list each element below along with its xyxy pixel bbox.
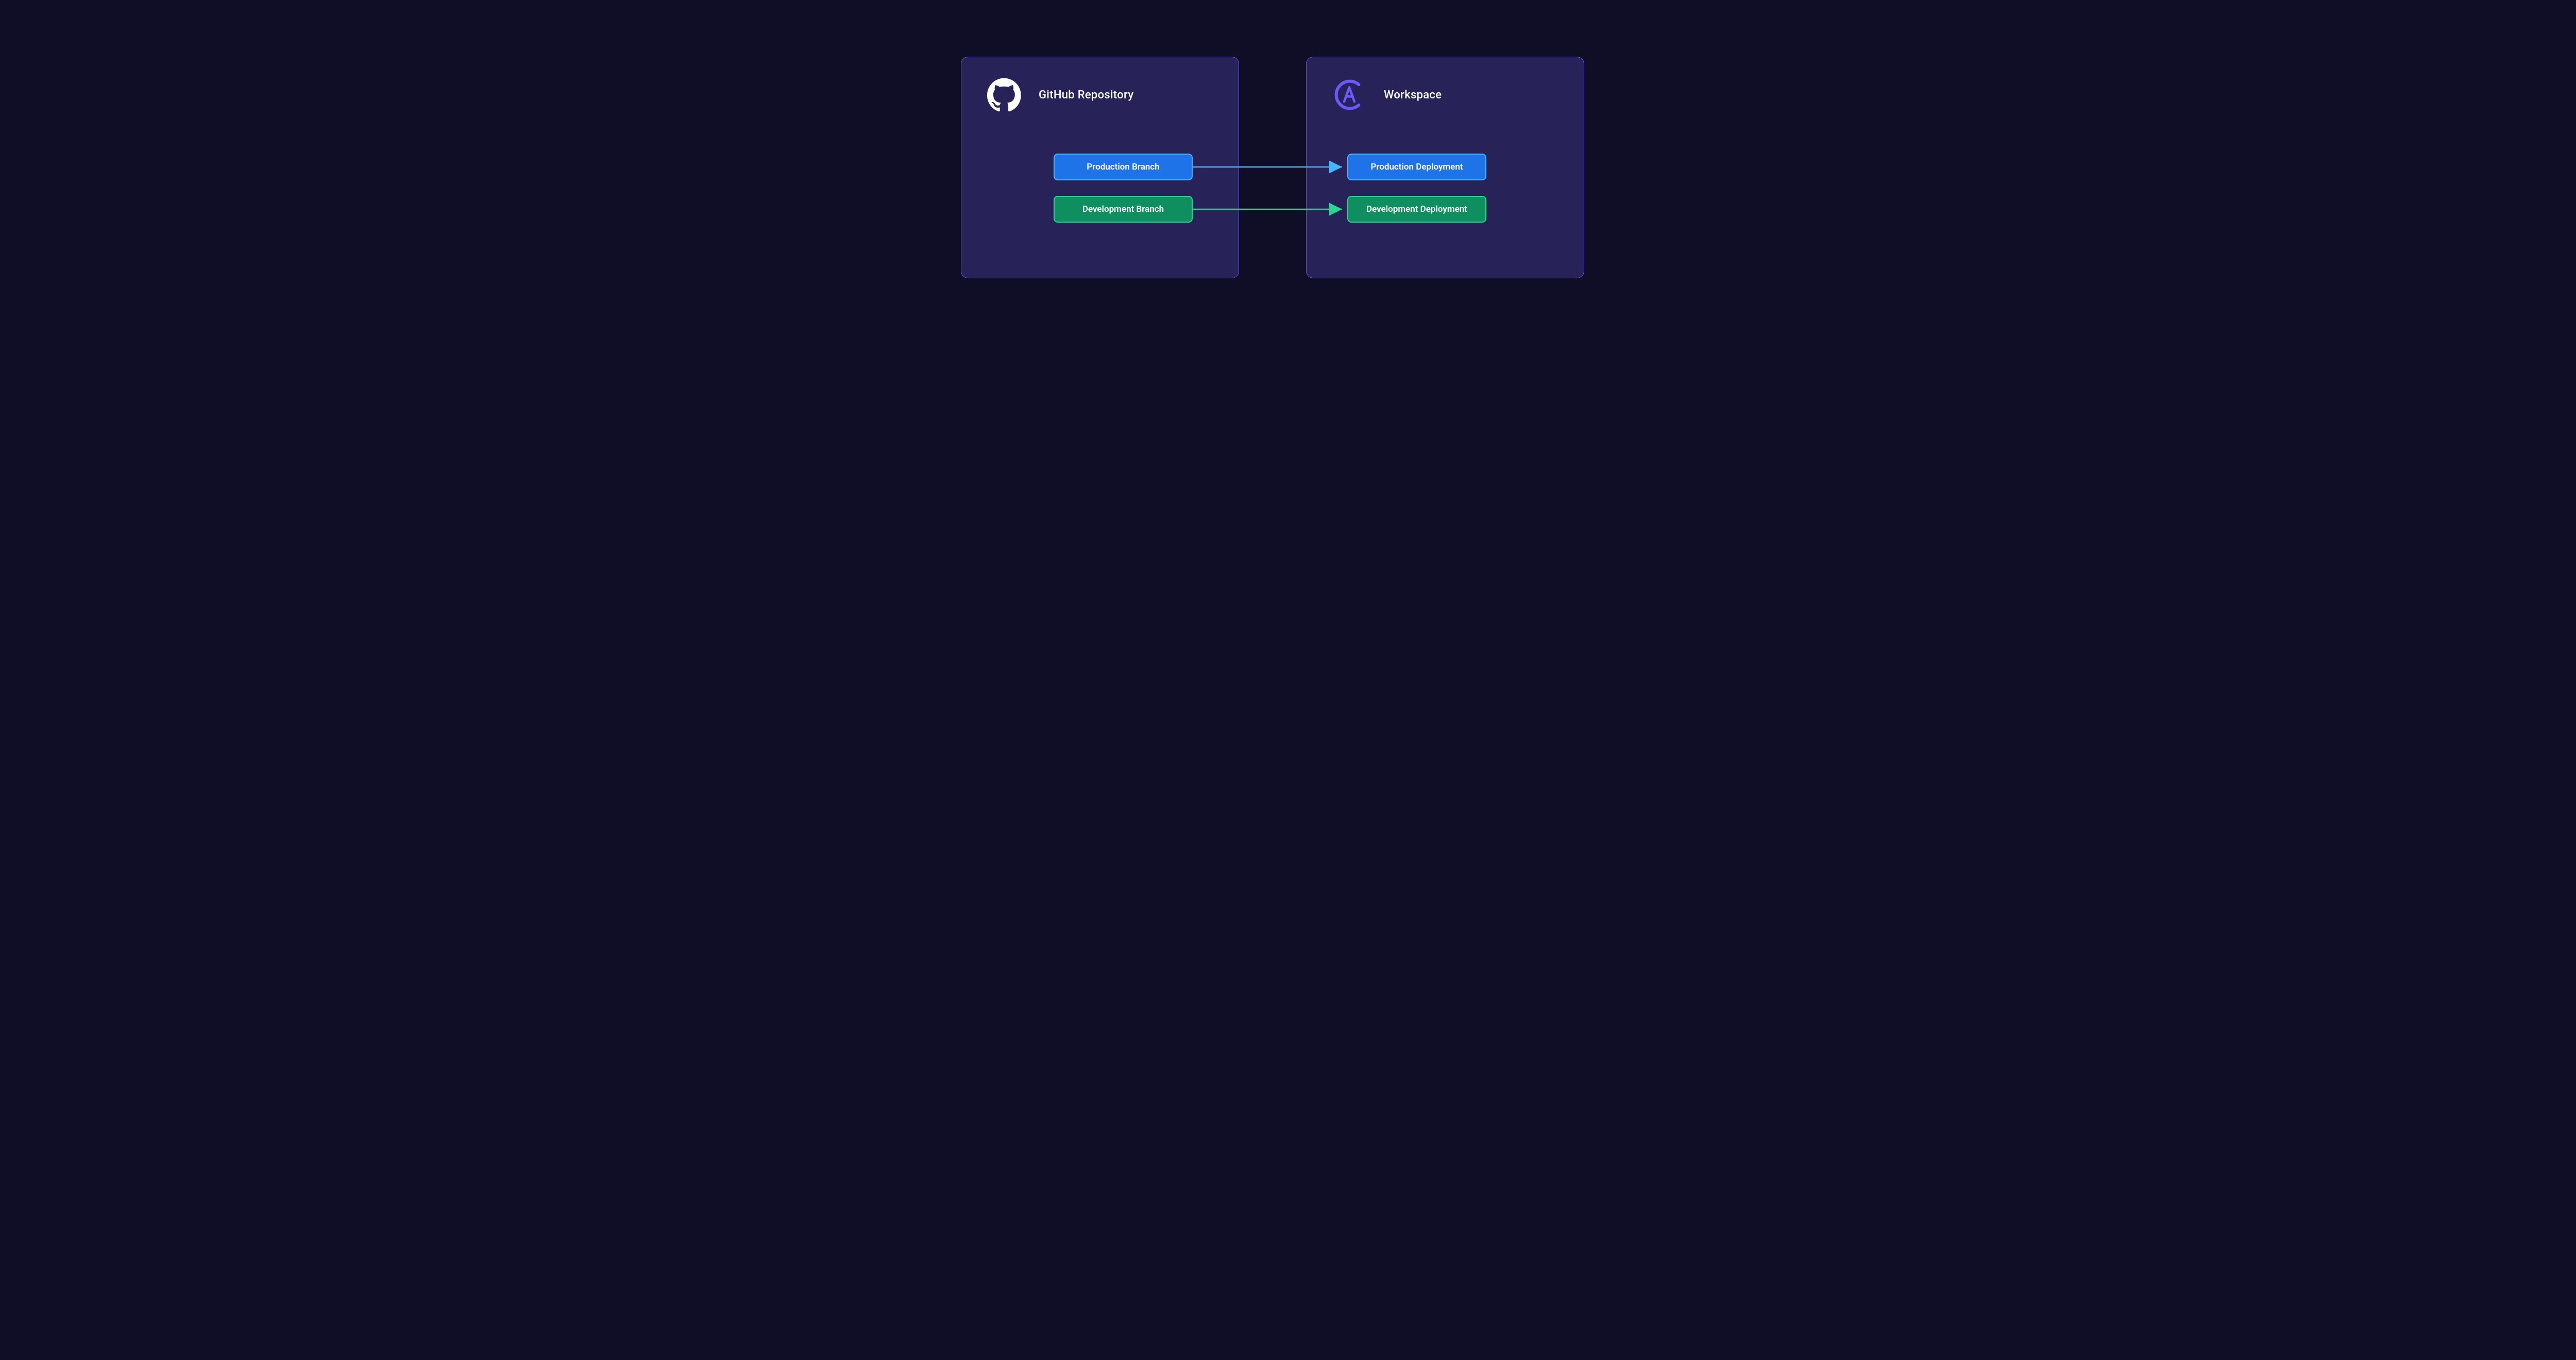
arrow-production xyxy=(1193,162,1347,172)
github-icon xyxy=(986,77,1022,113)
diagram-canvas: GitHub Repository Workspace Production B… xyxy=(899,0,1677,340)
panel-header: Workspace xyxy=(1307,57,1584,118)
production-deployment-node: Production Deployment xyxy=(1347,154,1486,180)
panel-header: GitHub Repository xyxy=(961,57,1239,118)
node-label: Development Branch xyxy=(1082,204,1164,214)
node-label: Development Deployment xyxy=(1366,204,1467,214)
node-label: Production Deployment xyxy=(1370,162,1463,172)
workspace-icon xyxy=(1331,77,1367,113)
panel-title: Workspace xyxy=(1384,89,1442,102)
development-branch-node: Development Branch xyxy=(1054,196,1193,223)
development-deployment-node: Development Deployment xyxy=(1347,196,1486,223)
panel-title: GitHub Repository xyxy=(1039,89,1133,102)
arrow-development xyxy=(1193,204,1347,214)
node-label: Production Branch xyxy=(1087,162,1159,172)
production-branch-node: Production Branch xyxy=(1054,154,1193,180)
